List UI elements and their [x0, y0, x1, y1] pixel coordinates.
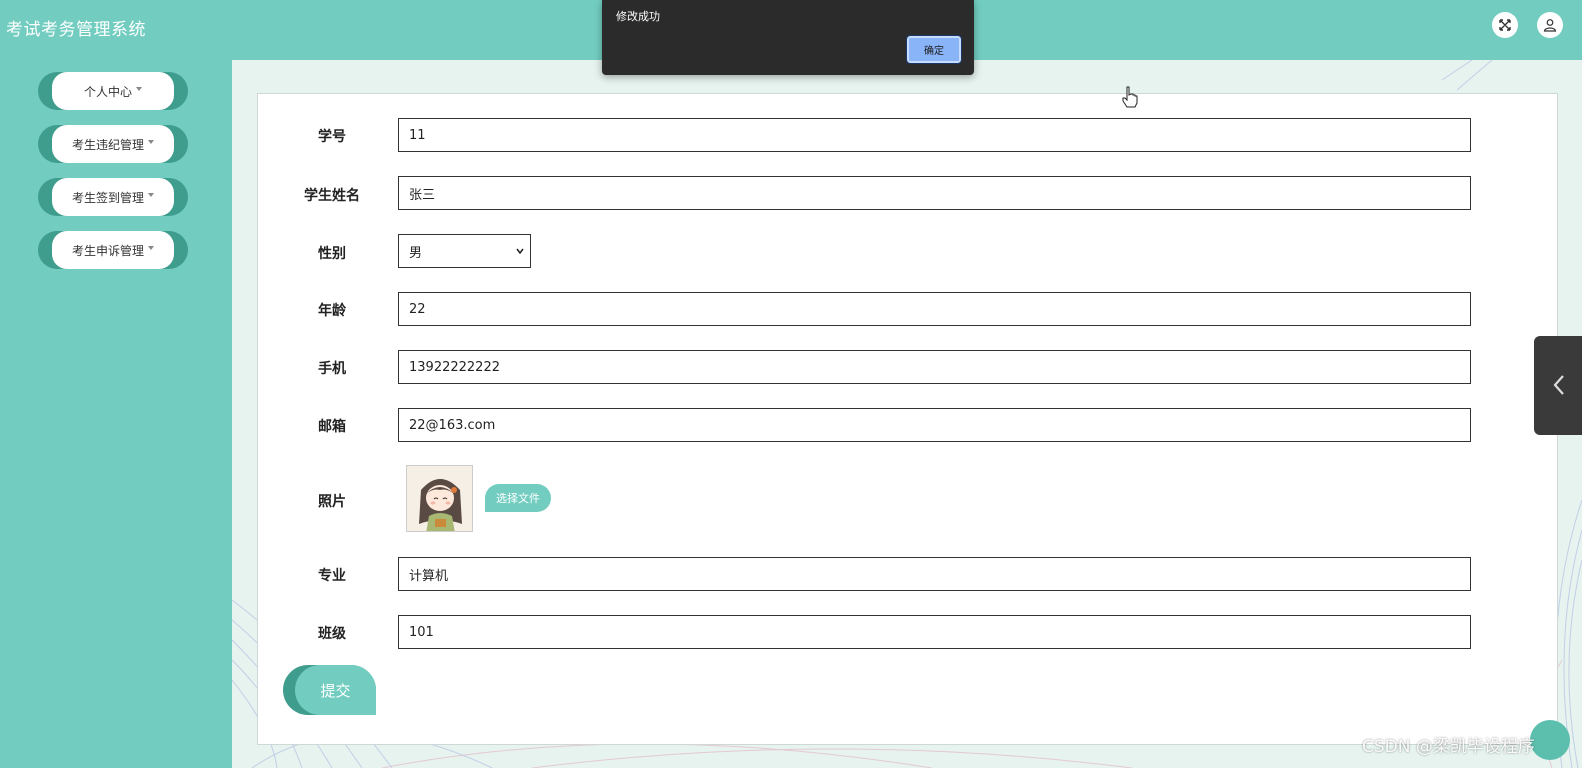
caret-down-icon	[136, 87, 142, 91]
gender-select[interactable]: 男	[398, 234, 531, 268]
age-input[interactable]	[398, 292, 1471, 326]
phone-input[interactable]	[398, 350, 1471, 384]
watermark: CSDN @梁凯毕设程序	[1362, 737, 1535, 757]
choose-file-button[interactable]: 选择文件	[485, 484, 551, 512]
sidebar-item-appeal[interactable]: 考生申诉管理	[38, 231, 188, 269]
field-label-student-id: 学号	[318, 129, 346, 145]
fullscreen-button[interactable]	[1492, 12, 1518, 38]
dialog-ok-button[interactable]: 确定	[906, 35, 962, 64]
sidebar-item-violation[interactable]: 考生违纪管理	[38, 125, 188, 163]
user-icon	[1543, 19, 1557, 32]
chevron-left-icon	[1553, 375, 1564, 395]
sidebar-item-signin[interactable]: 考生签到管理	[38, 178, 188, 216]
student-id-input[interactable]	[398, 118, 1471, 152]
app-title: 考试考务管理系统	[6, 20, 146, 40]
field-label-major: 专业	[318, 568, 346, 584]
sidebar-item-label: 考生签到管理	[71, 190, 144, 205]
gender-value: 男	[409, 245, 423, 261]
avatar-photo	[406, 465, 473, 532]
sidebar: 个人中心 考生违纪管理 考生签到管理 考生申诉管理	[0, 60, 232, 768]
student-name-input[interactable]	[398, 176, 1471, 210]
class-input[interactable]	[398, 615, 1471, 649]
caret-down-icon	[148, 246, 154, 250]
email-input[interactable]	[398, 408, 1471, 442]
field-label-photo: 照片	[318, 494, 346, 510]
back-to-top-button[interactable]	[1530, 720, 1570, 760]
field-label-gender: 性别	[318, 246, 346, 262]
field-label-age: 年龄	[318, 303, 346, 319]
caret-down-icon	[148, 140, 154, 144]
field-label-email: 邮箱	[318, 419, 346, 435]
sidebar-item-label: 考生违纪管理	[71, 137, 144, 152]
user-button[interactable]	[1537, 12, 1563, 38]
chevron-down-icon	[516, 248, 524, 255]
dialog-message: 修改成功	[616, 10, 660, 23]
sidebar-item-label: 个人中心	[83, 84, 132, 99]
submit-button[interactable]: 提交	[283, 665, 376, 715]
hand-cursor-icon	[1122, 86, 1138, 108]
sidebar-item-personal-center[interactable]: 个人中心	[38, 72, 188, 110]
drawer-toggle[interactable]	[1534, 336, 1582, 435]
caret-down-icon	[148, 193, 154, 197]
avatar-illustration	[407, 466, 472, 531]
field-label-name: 学生姓名	[304, 188, 360, 204]
sidebar-item-label: 考生申诉管理	[71, 243, 144, 258]
major-input[interactable]	[398, 557, 1471, 591]
submit-label: 提交	[295, 665, 376, 715]
field-label-phone: 手机	[318, 361, 346, 377]
fullscreen-icon	[1499, 19, 1511, 31]
field-label-class: 班级	[318, 626, 346, 642]
